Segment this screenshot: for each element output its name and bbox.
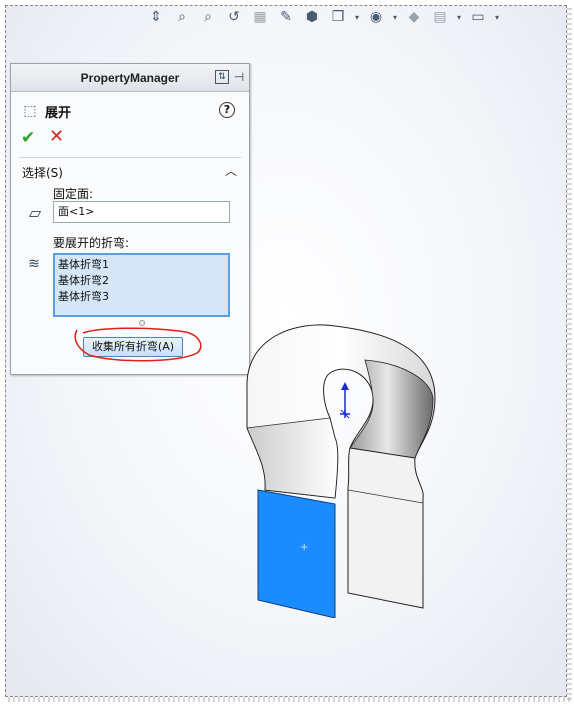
ok-button[interactable]: ✔	[21, 128, 35, 148]
collect-all-bends-button[interactable]: 收集所有折弯(A)	[83, 337, 183, 357]
view-settings-icon[interactable]: ▭	[467, 6, 489, 28]
view-orientation-icon[interactable]: ⬢	[301, 6, 323, 28]
feature-name: 展开	[45, 105, 72, 121]
cancel-button[interactable]: ✕	[49, 126, 64, 147]
property-manager-title: PropertyManager	[80, 70, 180, 85]
help-icon[interactable]: ?	[219, 102, 235, 118]
apply-scene-icon[interactable]: ▤	[429, 6, 451, 28]
divider	[19, 157, 241, 158]
unfold-feature-icon: ⬚	[23, 103, 37, 119]
standard-views-icon[interactable]: ⇕	[145, 6, 167, 28]
list-item[interactable]: 基体折弯2	[58, 273, 225, 289]
display-style-icon[interactable]: ❒	[327, 6, 349, 28]
sheet-metal-model[interactable]: +	[225, 318, 465, 618]
chevron-down-icon[interactable]: ▾	[493, 6, 501, 28]
chevron-down-icon[interactable]: ▾	[455, 6, 463, 28]
selection-group-title[interactable]: 选择(S)	[22, 164, 63, 181]
frame-shadow-bottom	[8, 697, 572, 702]
hide-show-items-icon[interactable]: ◉	[365, 6, 387, 28]
list-item[interactable]: 基体折弯1	[58, 257, 225, 273]
zoom-area-icon[interactable]: ⌕	[197, 6, 219, 28]
chevron-down-icon[interactable]: ▾	[353, 6, 361, 28]
section-view-icon[interactable]: ▦	[249, 6, 271, 28]
property-manager-panel: PropertyManager ⇅ ⊣ ⬚ 展开 ? ✔ ✕ 选择(S) ︿ 固…	[10, 63, 250, 375]
bends-icon: ≋	[28, 256, 40, 272]
feature-title-row: ⬚ 展开	[21, 100, 71, 122]
dynamic-annotation-icon[interactable]: ✎	[275, 6, 297, 28]
bends-to-unfold-label: 要展开的折弯:	[53, 236, 130, 250]
bends-to-unfold-list[interactable]: 基体折弯1 基体折弯2 基体折弯3	[53, 253, 230, 317]
list-item[interactable]: 基体折弯3	[58, 289, 225, 305]
frame-shadow-right	[567, 8, 572, 700]
chevron-down-icon[interactable]: ▾	[391, 6, 399, 28]
detach-icon[interactable]: ⇅	[215, 70, 229, 84]
chevron-up-icon[interactable]: ︿	[225, 162, 237, 179]
coordinate-triad-icon	[340, 382, 350, 419]
list-resize-handle[interactable]	[139, 320, 145, 326]
fixed-face-field[interactable]: 面<1>	[53, 201, 230, 223]
pin-icon[interactable]: ⊣	[232, 70, 246, 84]
edit-appearance-icon[interactable]: ◆	[403, 6, 425, 28]
fixed-face-icon: ▱	[28, 203, 42, 222]
previous-view-icon[interactable]: ↺	[223, 6, 245, 28]
fixed-face-label: 固定面:	[53, 187, 94, 201]
zoom-to-fit-icon[interactable]: ⌕	[171, 6, 193, 28]
heads-up-view-toolbar: ⇕ ⌕ ⌕ ↺ ▦ ✎ ⬢ ❒ ▾ ◉ ▾ ◆ ▤ ▾ ▭ ▾	[145, 4, 501, 30]
property-manager-header: PropertyManager ⇅ ⊣	[11, 64, 249, 92]
svg-text:+: +	[300, 542, 308, 553]
